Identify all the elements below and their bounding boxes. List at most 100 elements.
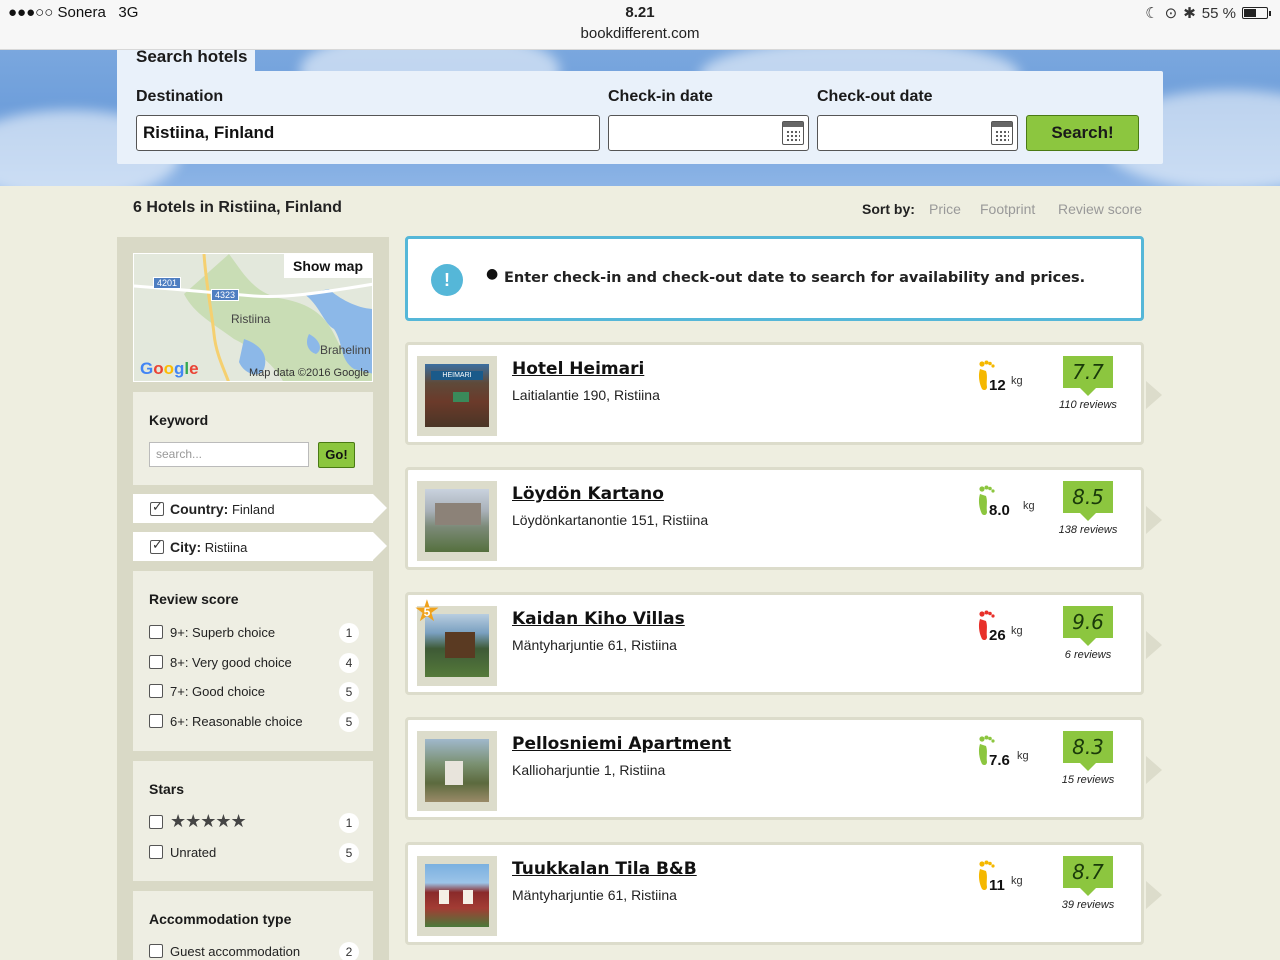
option-label: 9+: Superb choice bbox=[170, 625, 276, 640]
photo-detail bbox=[439, 890, 449, 904]
star-rating-badge: ★ 5 bbox=[413, 594, 441, 629]
checkbox[interactable] bbox=[149, 655, 163, 669]
date-notice: ! ● Enter check-in and check-out date to… bbox=[405, 236, 1144, 321]
footprint-unit: kg bbox=[1011, 625, 1023, 637]
hotel-card[interactable]: ★ 5 Kaidan Kiho Villas Mäntyharjuntie 61,… bbox=[405, 592, 1162, 695]
footprint-value: 12 bbox=[989, 377, 1006, 394]
hotel-photo[interactable] bbox=[425, 489, 489, 552]
photo-detail bbox=[453, 392, 469, 402]
city-filter-text: City: Ristiina bbox=[170, 539, 248, 555]
destination-input[interactable]: Ristiina, Finland bbox=[136, 115, 600, 151]
hotel-thumbnail-frame[interactable] bbox=[417, 856, 497, 936]
sort-review-score[interactable]: Review score bbox=[1058, 201, 1142, 217]
road-label: 4323 bbox=[211, 289, 240, 301]
keyword-panel: Keyword search... Go! bbox=[133, 392, 373, 485]
five-stars-icon: ★★★★★ bbox=[170, 811, 247, 832]
hotel-thumbnail-frame[interactable]: HEIMARI bbox=[417, 356, 497, 436]
hotel-photo[interactable]: HEIMARI bbox=[425, 364, 489, 427]
review-count: 138 reviews bbox=[1058, 524, 1118, 536]
checkbox[interactable] bbox=[149, 625, 163, 639]
hotel-photo[interactable] bbox=[425, 864, 489, 927]
checkbox[interactable] bbox=[149, 944, 163, 958]
photo-detail bbox=[435, 503, 481, 525]
option-count: 5 bbox=[339, 712, 359, 732]
review-option-reasonable[interactable]: 6+: Reasonable choice 5 bbox=[149, 712, 359, 732]
checkout-date-input[interactable] bbox=[817, 115, 1018, 151]
city-checkbox[interactable] bbox=[150, 538, 164, 554]
hotel-card[interactable]: HEIMARI Hotel Heimari Laitialantie 190, … bbox=[405, 342, 1162, 445]
results-count: 6 Hotels in Ristiina, Finland bbox=[133, 199, 342, 216]
rotation-lock-icon: ⊙ bbox=[1164, 5, 1178, 22]
stars-option-unrated[interactable]: Unrated 5 bbox=[149, 843, 359, 863]
photo-detail bbox=[445, 761, 463, 785]
road-label: 4201 bbox=[153, 277, 182, 289]
checkbox[interactable] bbox=[149, 684, 163, 698]
checkbox[interactable] bbox=[149, 714, 163, 728]
footprint-indicator: 8.0 kg bbox=[976, 484, 1036, 520]
review-option-good[interactable]: 7+: Good choice 5 bbox=[149, 682, 359, 702]
calendar-icon[interactable] bbox=[991, 121, 1013, 145]
hotel-thumbnail-frame[interactable] bbox=[417, 481, 497, 561]
accommodation-title: Accommodation type bbox=[149, 911, 292, 927]
review-count: 39 reviews bbox=[1061, 899, 1115, 911]
accommodation-option-guest[interactable]: Guest accommodation 2 bbox=[149, 942, 359, 960]
info-icon: ! bbox=[431, 264, 463, 296]
status-bar: ●●●○○ Sonera 3G 8.21 bookdifferent.com ☾… bbox=[0, 0, 1280, 50]
hotel-name-link[interactable]: Löydön Kartano bbox=[512, 484, 664, 504]
hotel-photo[interactable] bbox=[425, 739, 489, 802]
hotel-address: Kallioharjuntie 1, Ristiina bbox=[512, 762, 666, 778]
active-filter-country[interactable]: Country: Finland bbox=[133, 494, 387, 523]
status-icons: ☾ ⊙ ✱ 55 % bbox=[1145, 4, 1271, 22]
stars-panel: Stars ★★★★★ 1 Unrated 5 bbox=[133, 761, 373, 881]
clock: 8.21 bbox=[625, 4, 655, 21]
review-option-superb[interactable]: 9+: Superb choice 1 bbox=[149, 623, 359, 643]
battery-icon bbox=[1242, 7, 1271, 19]
footprint-value: 11 bbox=[989, 877, 1005, 894]
option-count: 5 bbox=[339, 843, 359, 863]
option-count: 2 bbox=[339, 942, 359, 960]
option-label: 6+: Reasonable choice bbox=[170, 714, 303, 729]
hotel-card[interactable]: Löydön Kartano Löydönkartanontie 151, Ri… bbox=[405, 467, 1162, 570]
hotel-thumbnail-frame[interactable] bbox=[417, 731, 497, 811]
footprint-indicator: 12 kg bbox=[976, 359, 1036, 395]
footprint-indicator: 26 kg bbox=[976, 609, 1036, 645]
hotel-address: Mäntyharjuntie 61, Ristiina bbox=[512, 887, 677, 903]
search-button[interactable]: Search! bbox=[1026, 115, 1139, 151]
keyword-search-input[interactable]: search... bbox=[149, 442, 309, 467]
checkin-label: Check-in date bbox=[608, 88, 713, 105]
search-panel: Destination Check-in date Check-out date… bbox=[117, 71, 1163, 164]
sort-price[interactable]: Price bbox=[929, 201, 961, 217]
hotel-card[interactable]: Pellosniemi Apartment Kallioharjuntie 1,… bbox=[405, 717, 1162, 820]
stars-title: Stars bbox=[149, 781, 185, 797]
photo-detail bbox=[463, 890, 473, 904]
country-checkbox[interactable] bbox=[150, 500, 164, 516]
footprint-indicator: 11 kg bbox=[976, 859, 1036, 895]
hotel-name-link[interactable]: Kaidan Kiho Villas bbox=[512, 609, 685, 629]
address-bar-url[interactable]: bookdifferent.com bbox=[0, 25, 1280, 42]
moon-icon: ☾ bbox=[1145, 5, 1159, 22]
hotel-address: Laitialantie 190, Ristiina bbox=[512, 387, 660, 403]
checkbox[interactable] bbox=[149, 845, 163, 859]
active-filter-city[interactable]: City: Ristiina bbox=[133, 532, 387, 561]
checkin-date-input[interactable] bbox=[608, 115, 809, 151]
show-map-button[interactable]: Show map bbox=[283, 254, 372, 278]
hotel-name-link[interactable]: Tuukkalan Tila B&B bbox=[512, 859, 697, 879]
review-score-panel: Review score 9+: Superb choice 1 8+: Ver… bbox=[133, 571, 373, 751]
calendar-icon[interactable] bbox=[782, 121, 804, 145]
hotel-name-link[interactable]: Hotel Heimari bbox=[512, 359, 644, 379]
hotel-name-link[interactable]: Pellosniemi Apartment bbox=[512, 734, 731, 754]
review-score-badge: 9.6 bbox=[1063, 606, 1113, 646]
stars-option-five[interactable]: ★★★★★ 1 bbox=[149, 811, 359, 833]
review-score-badge: 8.7 bbox=[1063, 856, 1113, 896]
review-option-very-good[interactable]: 8+: Very good choice 4 bbox=[149, 653, 359, 673]
map-place-label: Ristiina bbox=[231, 312, 271, 326]
map-preview[interactable]: 4201 4323 Ristiina Brahelinn Google Map … bbox=[133, 253, 373, 382]
footprint-value: 26 bbox=[989, 627, 1006, 644]
hotel-sign: HEIMARI bbox=[431, 371, 483, 380]
star-rating-value: 5 bbox=[423, 605, 431, 619]
sort-footprint[interactable]: Footprint bbox=[980, 201, 1035, 217]
keyword-go-button[interactable]: Go! bbox=[318, 442, 355, 468]
hotel-card[interactable]: Tuukkalan Tila B&B Mäntyharjuntie 61, Ri… bbox=[405, 842, 1162, 945]
map-copyright: Map data ©2016 Google bbox=[248, 367, 369, 379]
checkbox[interactable] bbox=[149, 815, 163, 829]
